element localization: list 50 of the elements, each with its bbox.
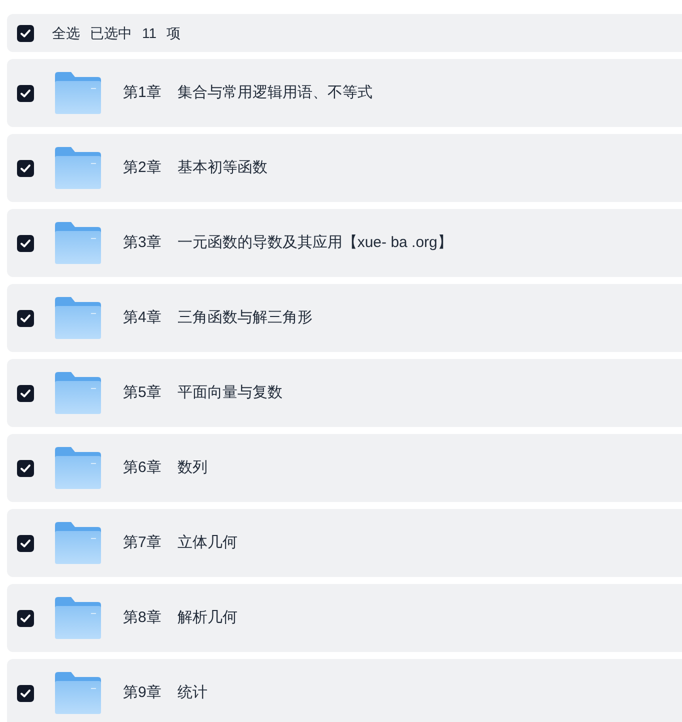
chapter-number: 第5章 xyxy=(123,382,162,403)
folder-title: 统计 xyxy=(177,682,208,703)
folder-icon xyxy=(55,72,101,114)
folder-row[interactable]: 第7章 立体几何 xyxy=(7,509,682,577)
folder-row[interactable]: 第8章 解析几何 xyxy=(7,584,682,652)
folder-title: 三角函数与解三角形 xyxy=(177,308,312,328)
folder-icon xyxy=(55,147,101,189)
chapter-number: 第1章 xyxy=(123,82,162,103)
folder-title: 基本初等函数 xyxy=(177,158,268,178)
folder-icon xyxy=(55,222,101,264)
folder-title: 集合与常用逻辑用语、不等式 xyxy=(177,82,372,103)
checkbox[interactable] xyxy=(17,534,34,552)
folder-icon xyxy=(55,372,101,414)
folder-row[interactable]: 第4章 三角函数与解三角形 xyxy=(7,284,682,352)
chapter-number: 第4章 xyxy=(123,308,162,328)
folder-row[interactable]: 第3章 一元函数的导数及其应用【xue- ba .org】 xyxy=(7,209,682,277)
checkbox[interactable] xyxy=(17,234,34,252)
checkbox[interactable] xyxy=(17,24,34,42)
select-all-label: 全选 xyxy=(52,24,80,42)
chapter-number: 第6章 xyxy=(123,458,162,478)
checkbox[interactable] xyxy=(17,84,34,102)
folder-title: 立体几何 xyxy=(177,532,238,553)
folder-row[interactable]: 第9章 统计 xyxy=(7,659,682,722)
chapter-number: 第9章 xyxy=(123,682,162,703)
folder-icon xyxy=(55,447,101,489)
folder-row[interactable]: 第1章 集合与常用逻辑用语、不等式 xyxy=(7,59,682,127)
folder-row[interactable]: 第6章 数列 xyxy=(7,434,682,502)
folder-row[interactable]: 第5章 平面向量与复数 xyxy=(7,359,682,427)
selected-status: 已选中 xyxy=(90,24,132,42)
folder-icon xyxy=(55,672,101,714)
folder-icon xyxy=(55,522,101,564)
folder-title: 平面向量与复数 xyxy=(177,382,282,403)
checkbox[interactable] xyxy=(17,460,34,476)
folder-icon xyxy=(55,597,101,639)
folder-icon xyxy=(55,297,101,339)
chapter-number: 第7章 xyxy=(123,532,162,553)
selected-count: 11 xyxy=(142,24,157,42)
checkbox[interactable] xyxy=(17,310,34,326)
chapter-number: 第3章 xyxy=(123,232,162,253)
folder-title: 解析几何 xyxy=(177,608,238,628)
folder-title: 一元函数的导数及其应用【xue- ba .org】 xyxy=(177,232,452,253)
checkbox[interactable] xyxy=(17,384,34,402)
checkbox[interactable] xyxy=(17,684,34,702)
checkbox[interactable] xyxy=(17,160,34,176)
chapter-number: 第8章 xyxy=(123,608,162,628)
folder-title: 数列 xyxy=(177,458,208,478)
folder-row[interactable]: 第2章 基本初等函数 xyxy=(7,134,682,202)
chapter-number: 第2章 xyxy=(123,158,162,178)
checkbox[interactable] xyxy=(17,610,34,626)
count-unit: 项 xyxy=(166,24,181,42)
